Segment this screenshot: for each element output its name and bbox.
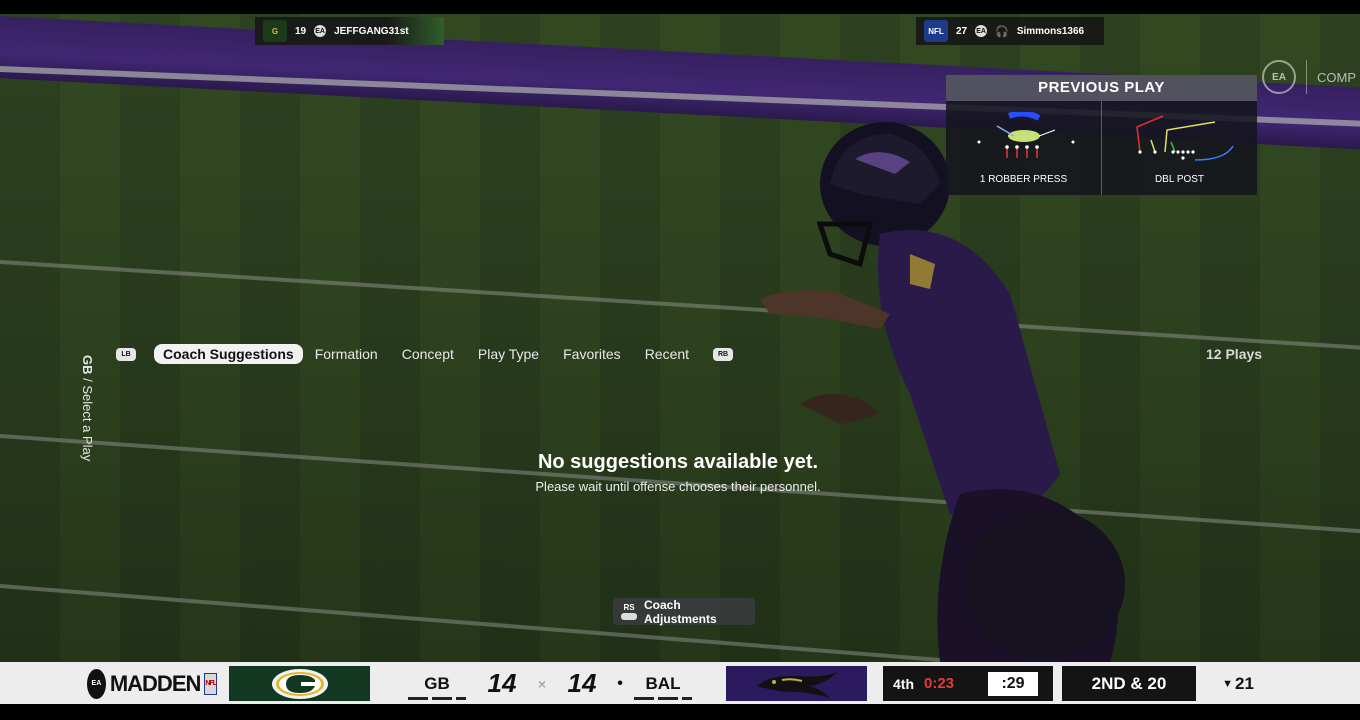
empty-state-title: No suggestions available yet.	[537, 451, 819, 473]
ea-sports-icon: EA	[1262, 60, 1296, 94]
lb-button-icon[interactable]: LB	[116, 347, 136, 361]
game-clock: 0:23	[924, 675, 955, 692]
offense-play-card: DBL POST	[1101, 101, 1257, 195]
rb-button-icon[interactable]: RB	[713, 347, 734, 361]
ball-side-arrow-icon: ▼	[1222, 677, 1233, 690]
tab-play-type[interactable]: Play Type	[478, 346, 539, 362]
madden-brand: MADDEN	[109, 670, 202, 696]
home-player-name: Simmons1366	[1016, 25, 1085, 37]
gb-team-logo	[229, 666, 370, 701]
down-and-distance: 2ND & 20	[1062, 666, 1196, 701]
side-team-abbr: GB	[80, 355, 95, 375]
right-stick-icon: RS	[621, 603, 637, 620]
side-menu-title: Select a Play	[80, 385, 95, 462]
side-separator: /	[80, 374, 95, 386]
plays-count: 12 Plays	[1206, 346, 1263, 362]
bal-team-logo	[726, 666, 867, 701]
previous-play-title: PREVIOUS PLAY	[946, 75, 1257, 101]
tab-concept[interactable]: Concept	[402, 346, 454, 362]
coach-adjustments-button[interactable]: RS Coach Adjustments	[613, 597, 755, 626]
packers-g-icon	[271, 668, 328, 699]
tab-formation[interactable]: Formation	[315, 346, 378, 362]
previous-play-panel: PREVIOUS PLAY 1 ROBBER PRESS DBL POST	[946, 75, 1257, 195]
nfl-shield-icon: NFL	[924, 20, 948, 42]
defense-play-name: 1 ROBBER PRESS	[979, 174, 1068, 185]
away-team-abbr: GB	[402, 674, 472, 700]
score-area: GB 14 × 14 • BAL	[380, 666, 720, 701]
game-clock-box: 4th 0:23 :29	[883, 666, 1053, 701]
possession-indicator: •	[617, 674, 623, 692]
ball-on-value: 21	[1234, 673, 1254, 693]
quarter: 4th	[893, 675, 914, 692]
home-score: 14	[567, 668, 597, 698]
away-player-number: 19	[295, 25, 307, 37]
offense-play-diagram-icon	[1135, 115, 1234, 161]
home-player-number: 27	[956, 25, 968, 37]
ea-account-icon: EA	[314, 25, 327, 37]
defense-play-card: 1 ROBBER PRESS	[946, 101, 1101, 195]
mode-badge: EA COMP	[1262, 60, 1356, 94]
tab-favorites[interactable]: Favorites	[563, 346, 621, 362]
top-letterbox	[0, 0, 1360, 14]
defense-play-diagram-icon	[977, 112, 1074, 158]
offense-play-name: DBL POST	[1154, 174, 1205, 185]
away-player-chip: G 19 EA JEFFGANG31st	[255, 17, 444, 45]
packers-logo-icon: G	[263, 20, 287, 42]
select-play-side-label: GB / Select a Play	[80, 355, 95, 461]
empty-state-subtitle: Please wait until offense chooses their …	[535, 479, 821, 494]
mode-divider	[1306, 60, 1307, 94]
away-player-name: JEFFGANG31st	[334, 25, 409, 37]
ball-on-yard-line: ▼ 21	[1210, 666, 1266, 701]
home-team-abbr: BAL	[628, 674, 698, 700]
ea-sports-icon: EA	[87, 668, 106, 699]
headset-icon: 🎧	[995, 25, 1009, 38]
nfl-shield-icon: NFL	[204, 672, 217, 695]
coach-adjustments-label: Coach Adjustments	[644, 597, 717, 626]
ravens-logo-icon	[756, 671, 838, 698]
mode-label: COMP	[1317, 69, 1356, 85]
away-score: 14	[487, 668, 517, 698]
play-clock: :29	[988, 671, 1038, 696]
madden-logo: EA MADDEN NFL	[87, 666, 217, 701]
ea-account-icon: EA	[975, 25, 988, 37]
tab-recent[interactable]: Recent	[645, 346, 689, 362]
home-player-chip: NFL 27 EA 🎧 Simmons1366	[916, 17, 1104, 45]
versus-separator: ×	[537, 675, 547, 692]
bottom-letterbox	[0, 704, 1360, 720]
play-filter-tabs: LB Coach Suggestions Formation Concept P…	[116, 343, 734, 365]
tab-coach-suggestions[interactable]: Coach Suggestions	[154, 344, 303, 364]
